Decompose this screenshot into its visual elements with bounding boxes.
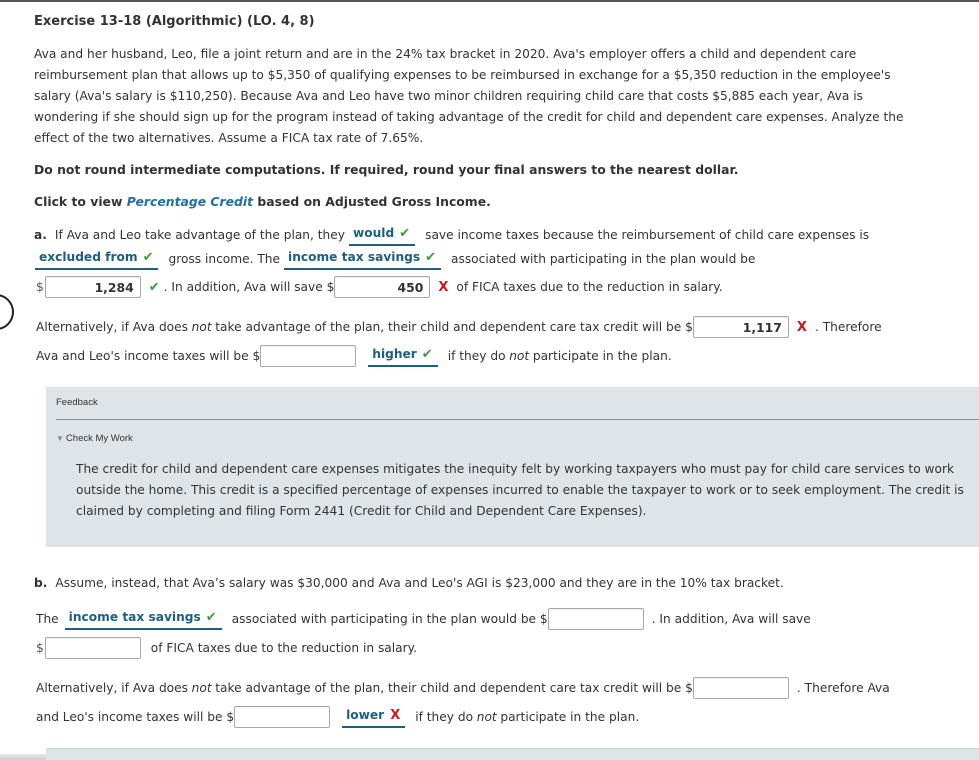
part-a-line-1: a. If Ava and Leo take advantage of the … [34, 223, 869, 247]
alt-text: if they do [447, 349, 506, 363]
alt-text: take advantage of the plan, their child … [215, 681, 693, 695]
savings-input[interactable] [44, 276, 141, 298]
x-icon: X [438, 279, 449, 295]
savings-input-b[interactable] [547, 608, 644, 630]
alt-text: if they do [415, 710, 474, 724]
part-b-intro: b. Assume, instead, that Ava’s salary wa… [34, 571, 784, 595]
alt-text: Alternatively, if Ava does [36, 681, 188, 695]
part-b-line-2: $ of FICA taxes due to the reduction in … [36, 636, 417, 660]
click-prefix: Click to view [34, 194, 127, 209]
alt-text: participate in the plan. [532, 349, 672, 363]
part-b-text: The [36, 612, 59, 626]
dollar-sign: $ [36, 641, 44, 655]
excluded-from-dropdown[interactable]: excluded from ✔ [35, 248, 159, 270]
alt-text: . Therefore [814, 320, 882, 334]
circle-decoration [0, 294, 14, 330]
part-a-text: If Ava and Leo take advantage of the pla… [54, 228, 345, 242]
dropdown-value: income tax savings [288, 250, 421, 264]
rounding-note: Do not round intermediate computations. … [34, 162, 739, 177]
alt-text: participate in the plan. [500, 710, 640, 724]
check-icon: ✔ [425, 249, 437, 265]
alt-text: Alternatively, if Ava does [36, 320, 188, 334]
part-a-line-3: $ ✔ . In addition, Ava will save $ X of … [36, 275, 723, 299]
top-border [0, 0, 979, 2]
part-a-text: save income taxes because the reimbursem… [425, 228, 870, 242]
part-b-label: b. [34, 576, 48, 590]
alt-text: take advantage of the plan, their child … [215, 320, 693, 334]
lower-dropdown[interactable]: lower X [342, 706, 406, 728]
alt-not: not [509, 349, 530, 363]
income-taxes-input[interactable] [260, 345, 357, 367]
credit-input-b[interactable] [692, 677, 789, 699]
income-taxes-input-b[interactable] [234, 706, 331, 728]
higher-dropdown[interactable]: higher ✔ [368, 345, 438, 367]
check-icon: ✔ [142, 249, 154, 265]
part-b-text: associated with participating in the pla… [231, 612, 548, 626]
part-a-alt-line-2: Ava and Leo's income taxes will be $ hig… [36, 344, 672, 368]
feedback-panel: Feedback ▼ Check My Work The credit for c… [46, 387, 979, 547]
next-panel-edge [46, 748, 979, 760]
alt-text: . Therefore Ava [796, 681, 890, 695]
would-dropdown[interactable]: would ✔ [348, 224, 416, 246]
income-tax-savings-dropdown-b[interactable]: income tax savings ✔ [64, 608, 222, 630]
part-b-alt-line-1: Alternatively, if Ava does not take adva… [36, 676, 890, 700]
percentage-credit-link[interactable]: Percentage Credit [127, 194, 253, 209]
part-a-alt-line-1: Alternatively, if Ava does not take adva… [36, 315, 882, 339]
part-a-text: associated with participating in the pla… [451, 252, 756, 266]
alt-not: not [191, 681, 212, 695]
check-icon: ✔ [205, 609, 217, 625]
part-a-text: of FICA taxes due to the reduction in sa… [456, 280, 723, 294]
exercise-intro: Ava and her husband, Leo, file a joint r… [34, 47, 904, 145]
alt-not: not [191, 320, 212, 334]
dollar-sign: $ [36, 280, 44, 294]
check-icon: ✔ [399, 225, 411, 241]
check-icon: ✔ [421, 346, 433, 362]
alt-text: Ava and Leo's income taxes will be $ [36, 349, 261, 363]
click-suffix: based on Adjusted Gross Income. [253, 194, 491, 209]
credit-input[interactable] [692, 316, 789, 338]
alt-text: and Leo's income taxes will be $ [36, 710, 235, 724]
percentage-credit-line: Click to view Percentage Credit based on… [34, 194, 491, 209]
triangle-down-icon: ▼ [56, 434, 64, 443]
alt-not: not [476, 710, 497, 724]
x-icon: X [390, 707, 401, 723]
exercise-title: Exercise 13-18 (Algorithmic) (LO. 4, 8) [34, 14, 315, 29]
part-b-line-1: The income tax savings ✔ associated with … [36, 607, 811, 631]
part-b-text: . In addition, Ava will save [651, 612, 811, 626]
x-icon: X [796, 319, 807, 335]
dropdown-value: income tax savings [68, 610, 201, 624]
fica-savings-input[interactable] [334, 276, 431, 298]
part-b-text: of FICA taxes due to the reduction in sa… [150, 641, 417, 655]
feedback-text: The credit for child and dependent care … [76, 462, 964, 518]
part-a-text: . In addition, Ava will save $ [163, 280, 335, 294]
dropdown-value: higher [372, 347, 417, 361]
feedback-title: Feedback [56, 397, 98, 408]
check-my-work-label: Check My Work [65, 433, 133, 444]
part-b-alt-line-2: and Leo's income taxes will be $ lower X … [36, 705, 639, 729]
fica-savings-input-b[interactable] [44, 637, 141, 659]
income-tax-savings-dropdown[interactable]: income tax savings ✔ [284, 248, 442, 270]
dropdown-value: would [352, 226, 395, 240]
dropdown-value: excluded from [39, 250, 138, 264]
part-a-line-2: excluded from ✔ gross income. The income … [35, 247, 755, 271]
feedback-divider [56, 419, 979, 420]
part-a-text: gross income. The [168, 252, 281, 266]
check-my-work-toggle[interactable]: ▼ Check My Work [56, 433, 133, 444]
dropdown-value: lower [346, 708, 385, 722]
part-b-intro-text: Assume, instead, that Ava’s salary was $… [55, 576, 784, 590]
part-a-label: a. [34, 228, 47, 242]
check-icon: ✔ [148, 279, 160, 295]
